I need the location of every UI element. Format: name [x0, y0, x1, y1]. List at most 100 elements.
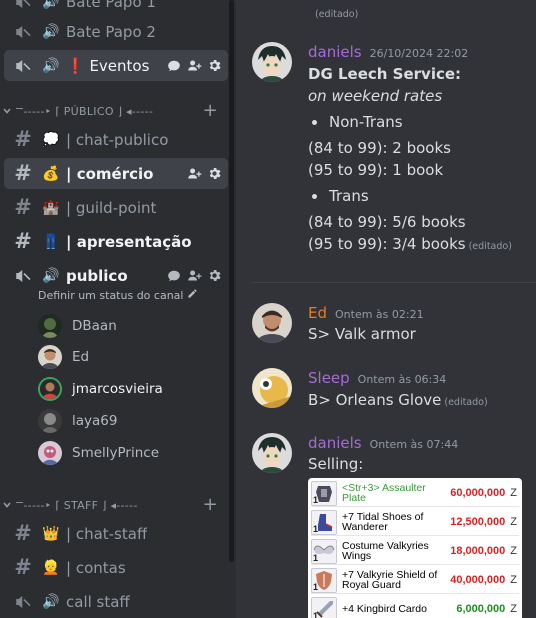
message-text: Selling: [308, 455, 364, 473]
vending-shop-image[interactable]: 1 <Str+3> Assaulter Plate 60,000,000 Z 1… [308, 478, 522, 618]
author-name[interactable]: daniels [308, 434, 362, 452]
voice-user-laya69[interactable]: laya69 [38, 407, 228, 435]
avatar [38, 314, 62, 338]
gear-icon[interactable] [206, 58, 222, 74]
chevron-down-icon [2, 106, 16, 116]
armor-item-icon: 1 [311, 480, 337, 506]
voice-user-smellyprince[interactable]: SmellyPrince [38, 439, 228, 467]
message-text: B> Orleans Glove (editado) [308, 391, 488, 409]
timestamp: Ontem às 06:34 [357, 373, 447, 386]
message-text: S> Valk armor [308, 325, 416, 343]
voice-muted-icon [12, 593, 34, 611]
edited-label: (editado) [444, 397, 488, 408]
table-row: 1 <Str+3> Assaulter Plate 60,000,000 Z [311, 480, 519, 507]
category-publico[interactable]: Ⲻ-----‣ ⌈ PÚBLICO ⌋ ◂----- + [0, 100, 236, 122]
avatar [38, 409, 62, 433]
list-item: Trans [312, 187, 369, 205]
timestamp: Ontem às 07:44 [369, 438, 459, 451]
voice-channel-call-staff[interactable]: 🔊 call staff [4, 586, 228, 617]
add-channel-icon[interactable]: + [203, 496, 218, 514]
text-channel-chat-publico[interactable]: # 💭 | chat-publico [4, 124, 228, 155]
jeans-icon: 👖 [42, 233, 60, 250]
message-line: (95 to 99): 3/4 books (editado) [308, 235, 512, 253]
message-title: DG Leech Service: [308, 65, 462, 83]
gear-icon[interactable] [206, 166, 222, 182]
chevron-down-icon [2, 500, 16, 510]
table-row: 1 +4 Kingbird Cardo 6,000,000 Z [311, 596, 519, 618]
edited-label: (editado) [315, 9, 359, 20]
speaker-icon: 🔊 [42, 0, 60, 10]
channel-status-setter[interactable]: Definir um status do canal [38, 288, 198, 302]
voice-user-jmarcosvieira[interactable]: jmarcosvieira [38, 375, 228, 403]
avatar [38, 377, 62, 401]
category-staff[interactable]: Ⲻ-----‣ ⌈ STAFF ⌋ ◂----- + [0, 494, 236, 516]
hash-icon: # [14, 195, 32, 219]
author-name[interactable]: daniels [308, 43, 362, 61]
message-line: (84 to 99): 5/6 books [308, 213, 466, 231]
timestamp: Ontem às 02:21 [335, 308, 424, 321]
speaker-icon: 🔊 [42, 23, 60, 40]
new-messages-divider [252, 282, 536, 283]
author-name[interactable]: Sleep [308, 369, 350, 387]
chat-bubble-icon[interactable] [166, 58, 182, 74]
chat-bubble-icon[interactable] [166, 268, 182, 284]
table-row: 1 +7 Valkyrie Shield of Royal Guard 40,0… [311, 567, 519, 594]
message-subtitle: on weekend rates [308, 87, 443, 105]
author-name[interactable]: Ed [308, 304, 327, 322]
pencil-icon [187, 288, 198, 302]
castle-icon: 🏰 [42, 199, 60, 216]
avatar[interactable] [252, 433, 292, 473]
shield-item-icon: 1 [311, 567, 337, 593]
text-channel-guild-point[interactable]: # 🏰 | guild-point [4, 192, 228, 223]
hash-icon: # [14, 161, 32, 185]
sidebar-scrollbar[interactable] [229, 0, 234, 562]
person-icon: 👱 [42, 559, 60, 576]
voice-channel-bate-papo-1[interactable]: 🔊 Bate Papo 1 [4, 0, 228, 17]
add-channel-icon[interactable]: + [203, 102, 218, 120]
voice-muted-icon [12, 267, 34, 285]
voice-muted-icon [12, 0, 34, 11]
voice-user-ed[interactable]: Ed [38, 343, 228, 371]
voice-channel-bate-papo-2[interactable]: 🔊 Bate Papo 2 [4, 16, 228, 47]
voice-channel-eventos[interactable]: 🔊 ❗ Eventos [4, 50, 228, 81]
voice-muted-icon [12, 57, 34, 75]
text-channel-comercio[interactable]: # 💰 | comércio [4, 158, 228, 189]
message-list: (editado) daniels 26/10/2024 22:02 DG Le… [236, 0, 536, 618]
speaker-icon: 🔊 [42, 57, 60, 74]
voice-user-dbaan[interactable]: DBaan [38, 312, 228, 340]
table-row: 1 Costume Valkyries Wings 18,000,000 Z [311, 538, 519, 565]
avatar [38, 345, 62, 369]
text-channel-apresentacao[interactable]: # 👖 | apresentação [4, 226, 228, 257]
list-item: Non-Trans [312, 113, 403, 131]
discord-window: 🔊 Bate Papo 1 🔊 Bate Papo 2 🔊 ❗ Eventos [0, 0, 536, 618]
edited-label: (editado) [468, 241, 512, 252]
sword-item-icon: 1 [311, 596, 337, 618]
gear-icon[interactable] [206, 268, 222, 284]
voice-channel-publico[interactable]: 🔊 publico [4, 260, 228, 291]
message-line: (84 to 99): 2 books [308, 139, 451, 157]
hash-icon: # [14, 229, 32, 253]
text-channel-contas[interactable]: # 👱 | contas [4, 552, 228, 583]
avatar [38, 441, 62, 465]
timestamp: 26/10/2024 22:02 [369, 47, 469, 60]
avatar[interactable] [252, 42, 292, 82]
text-channel-chat-staff[interactable]: # 👑 | chat-staff [4, 518, 228, 549]
wings-item-icon: 1 [311, 538, 337, 564]
voice-muted-icon [12, 23, 34, 41]
table-row: 1 +7 Tidal Shoes of Wanderer 12,500,000 … [311, 509, 519, 536]
add-user-icon[interactable] [186, 58, 202, 74]
avatar[interactable] [252, 303, 292, 343]
add-user-icon[interactable] [186, 166, 202, 182]
speaker-icon: 🔊 [42, 267, 60, 284]
hash-locked-icon: # [14, 521, 32, 545]
hash-locked-icon: # [14, 555, 32, 579]
shoes-item-icon: 1 [311, 509, 337, 535]
crown-icon: 👑 [42, 525, 60, 542]
money-bag-icon: 💰 [42, 165, 60, 182]
add-user-icon[interactable] [186, 268, 202, 284]
message-header: Ed Ontem às 02:21 [308, 304, 424, 322]
message-header: Sleep Ontem às 06:34 [308, 369, 446, 387]
channel-sidebar: 🔊 Bate Papo 1 🔊 Bate Papo 2 🔊 ❗ Eventos [0, 0, 236, 618]
avatar[interactable] [252, 368, 292, 408]
message-header: daniels Ontem às 07:44 [308, 434, 458, 452]
